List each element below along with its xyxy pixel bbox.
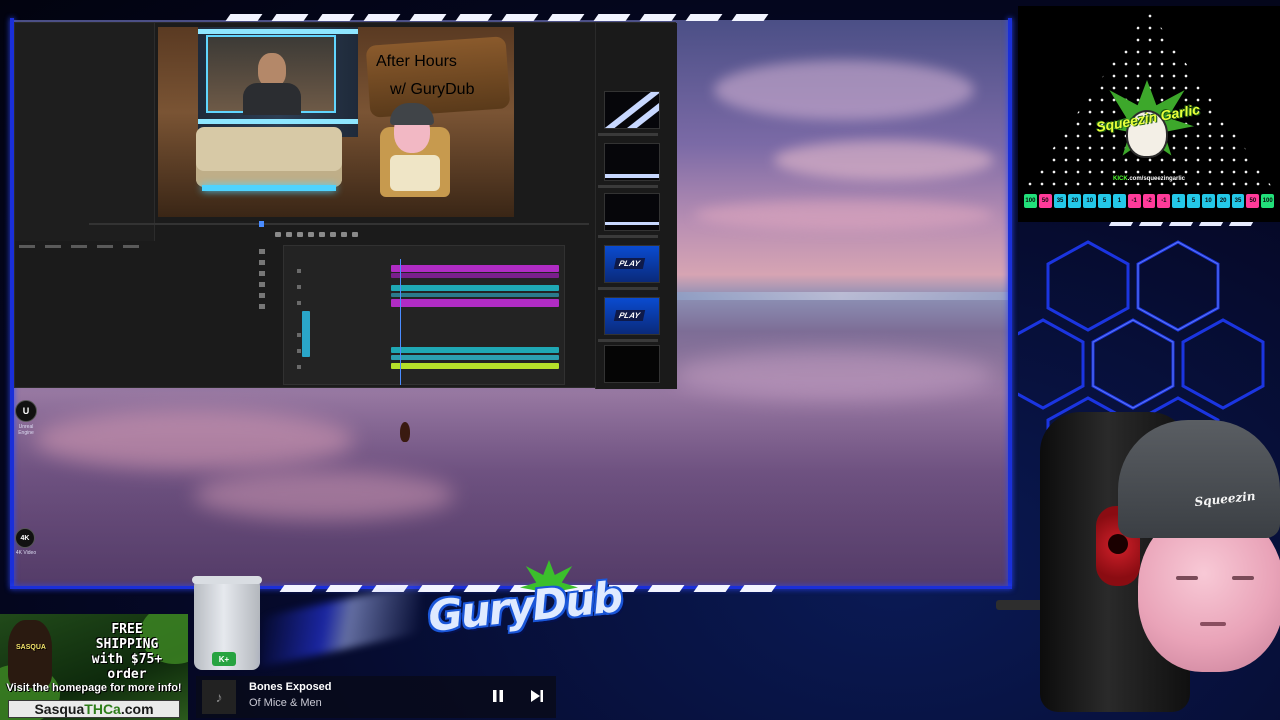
timeline-clip[interactable] xyxy=(391,265,559,272)
track-indicator xyxy=(302,311,310,357)
graphic-thumbnail[interactable] xyxy=(604,143,660,181)
video-editor-window[interactable]: After Hours w/ GuryDub PLAY PLAY xyxy=(14,22,677,389)
jar-badge: K+ xyxy=(212,652,236,666)
point-chip: 35 xyxy=(1053,194,1067,208)
unreal-engine-icon[interactable]: U xyxy=(15,400,37,422)
show-sign xyxy=(365,36,511,118)
light-streak xyxy=(260,582,420,668)
source-panel[interactable] xyxy=(15,23,155,241)
export-frame-icon[interactable] xyxy=(352,232,358,237)
insert-icon[interactable] xyxy=(330,232,336,237)
point-chip: 50 xyxy=(1038,194,1052,208)
4k-video-icon[interactable]: 4K xyxy=(15,528,35,548)
graphic-thumbnail[interactable] xyxy=(604,193,660,231)
sponsor-subline: Visit the homepage for more info! xyxy=(6,682,182,694)
skip-next-icon[interactable] xyxy=(527,686,547,706)
point-chip: -2 xyxy=(1142,194,1156,208)
couch xyxy=(196,127,342,187)
point-chip: 1 xyxy=(1172,194,1186,208)
loop-icon[interactable] xyxy=(308,232,314,237)
graphic-thumbnail[interactable]: PLAY xyxy=(604,245,660,283)
point-chip: 100 xyxy=(1024,194,1037,208)
mascot-beanie xyxy=(1118,420,1280,538)
desktop-icon-label[interactable]: 4K Video xyxy=(11,550,41,556)
timeline-clip[interactable] xyxy=(391,273,559,278)
point-chip: 35 xyxy=(1231,194,1245,208)
album-art-icon: ♪ xyxy=(202,680,236,714)
playback-scrubber[interactable] xyxy=(89,221,589,227)
point-chip: 10 xyxy=(1201,194,1215,208)
point-chip: 50 xyxy=(1246,194,1260,208)
play-label: PLAY xyxy=(613,258,645,269)
point-chip: 5 xyxy=(1098,194,1111,208)
show-sign-title: After Hours xyxy=(376,53,457,70)
stream-overlay: After Hours w/ GuryDub PLAY PLAY U Unrea… xyxy=(0,0,1280,720)
essential-graphics-panel[interactable]: PLAY PLAY xyxy=(595,23,677,389)
show-sign-subtitle: w/ GuryDub xyxy=(390,81,475,98)
timeline-clip[interactable] xyxy=(391,285,559,291)
play-label: PLAY xyxy=(613,310,645,321)
timeline-clip[interactable] xyxy=(391,363,559,369)
play-icon[interactable] xyxy=(286,232,292,237)
step-back-icon[interactable] xyxy=(275,232,281,237)
step-forward-icon[interactable] xyxy=(297,232,303,237)
kick-channel-url: KICK.com/squeezingarlic xyxy=(1112,176,1186,182)
point-chip: 5 xyxy=(1187,194,1200,208)
marker-icon[interactable] xyxy=(319,232,325,237)
point-chip: 1 xyxy=(1112,194,1126,208)
project-panel-tabs[interactable] xyxy=(19,245,139,248)
overwrite-icon[interactable] xyxy=(341,232,347,237)
panel-dashes xyxy=(1108,222,1270,226)
bigfoot-logo xyxy=(8,620,52,688)
graphic-thumbnail[interactable]: PLAY xyxy=(604,297,660,335)
point-chips: 100 50 35 20 10 5 1 -1 -2 -1 1 5 10 20 35 50 100 xyxy=(1024,194,1275,208)
timeline-clip[interactable] xyxy=(391,347,559,353)
point-chip: 20 xyxy=(1068,194,1082,208)
program-monitor[interactable] xyxy=(158,27,514,217)
now-playing-widget[interactable]: ♪ Bones Exposed Of Mice & Men xyxy=(196,676,556,718)
graphic-thumbnail[interactable] xyxy=(604,345,660,383)
horizon-line xyxy=(674,292,1008,300)
timeline-clip[interactable] xyxy=(391,355,559,360)
sponsor-logo-text: SASQUA xyxy=(16,644,46,651)
track-artist: Of Mice & Men xyxy=(249,697,322,709)
desktop-icon-label[interactable]: Unreal Engine xyxy=(11,424,41,436)
track-title: Bones Exposed xyxy=(249,681,332,693)
timeline-clip[interactable] xyxy=(391,293,559,297)
point-chip: 100 xyxy=(1261,194,1275,208)
timeline-playhead[interactable] xyxy=(400,259,401,385)
timeline-tools[interactable] xyxy=(259,249,271,309)
sponsor-url[interactable]: Sasqua THCa .com xyxy=(8,700,180,718)
transport-controls[interactable] xyxy=(275,232,358,237)
point-chip: -1 xyxy=(1127,194,1141,208)
point-chip: 10 xyxy=(1083,194,1097,208)
point-chip: 20 xyxy=(1216,194,1230,208)
frame-top-dashes xyxy=(225,14,793,22)
sponsor-headline: FREE SHIPPING with $75+ order xyxy=(91,622,163,682)
graphic-thumbnail[interactable] xyxy=(604,91,660,129)
timeline-clip[interactable] xyxy=(391,299,559,307)
point-chip: -1 xyxy=(1157,194,1171,208)
pause-icon[interactable] xyxy=(488,686,508,706)
webcam-inset xyxy=(206,35,336,115)
frame-edge-right xyxy=(1008,18,1012,586)
beach-figure xyxy=(400,422,410,442)
